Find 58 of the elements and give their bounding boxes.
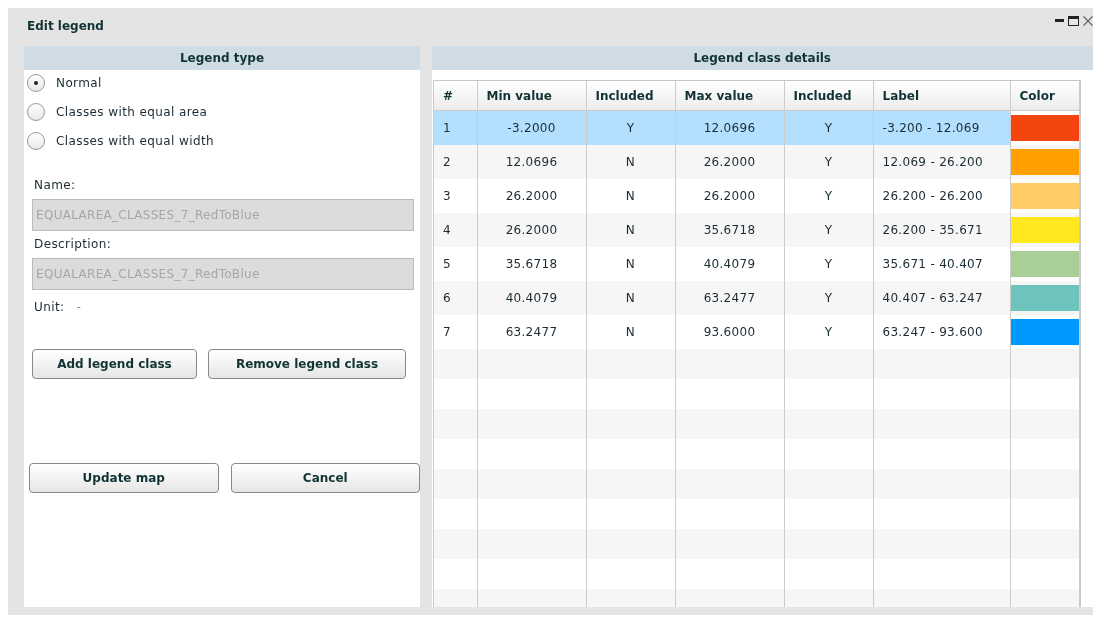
table-cell: N <box>586 281 675 315</box>
column-header[interactable]: # <box>434 81 477 111</box>
color-swatch[interactable] <box>1010 319 1079 345</box>
panel-header: Legend type <box>24 46 420 70</box>
table-cell: 4 <box>434 213 477 247</box>
table-cell: 63.2477 <box>675 281 784 315</box>
radio-button[interactable] <box>27 74 45 92</box>
table-cell: Y <box>784 213 873 247</box>
field-label: Description: <box>34 237 113 251</box>
table-cell: N <box>586 145 675 179</box>
field-label: Name: <box>34 178 77 192</box>
table-cell: 12.0696 <box>675 110 784 145</box>
color-swatch[interactable] <box>1010 183 1079 209</box>
table-cell: 2 <box>434 145 477 179</box>
table-cell: 6 <box>434 281 477 315</box>
dialog-button[interactable]: Update map <box>29 463 219 493</box>
table-cell: 12.069 - 26.200 <box>873 145 1010 179</box>
color-swatch[interactable] <box>1010 115 1079 141</box>
column-header[interactable]: Color <box>1010 81 1079 111</box>
column-header[interactable]: Min value <box>477 81 586 111</box>
column-header[interactable]: Label <box>873 81 1010 111</box>
table-cell: 26.2000 <box>675 145 784 179</box>
table-cell: Y <box>586 110 675 145</box>
color-swatch[interactable] <box>1010 149 1079 175</box>
color-swatch[interactable] <box>1010 285 1079 311</box>
panel-header: Legend class details <box>432 46 1093 70</box>
column-header[interactable]: Included <box>784 81 873 111</box>
table-cell: 12.0696 <box>477 145 586 179</box>
close-icon[interactable] <box>1083 16 1093 26</box>
table-cell: 26.200 - 35.671 <box>873 213 1010 247</box>
radio-button[interactable] <box>27 103 45 121</box>
table-cell: 40.4079 <box>477 281 586 315</box>
color-swatch[interactable] <box>1010 217 1079 243</box>
dialog-button[interactable]: Cancel <box>230 463 420 493</box>
maximize-icon[interactable] <box>1068 16 1079 26</box>
unit-value: - <box>76 300 82 314</box>
table-cell: Y <box>784 281 873 315</box>
radio-label[interactable]: Classes with equal width <box>56 134 215 148</box>
table-cell: -3.200 - 12.069 <box>873 110 1010 145</box>
table-cell: 1 <box>434 110 477 145</box>
radio-label[interactable]: Classes with equal area <box>56 105 208 119</box>
column-header[interactable]: Max value <box>675 81 784 111</box>
table-cell: Y <box>784 110 873 145</box>
column-header[interactable]: Included <box>586 81 675 111</box>
legend-class-button[interactable]: Remove legend class <box>208 349 406 379</box>
legend-class-button[interactable]: Add legend class <box>32 349 197 379</box>
field-label: Unit: <box>34 300 65 314</box>
table-cell: -3.2000 <box>477 110 586 145</box>
radio-label[interactable]: Normal <box>56 76 102 90</box>
table-cell: N <box>586 213 675 247</box>
table-cell: Y <box>784 145 873 179</box>
table-cell: 35.6718 <box>675 213 784 247</box>
minimize-icon[interactable] <box>1055 19 1064 23</box>
color-swatch[interactable] <box>1010 251 1079 277</box>
table-cell: 26.2000 <box>477 213 586 247</box>
radio-button[interactable] <box>27 132 45 150</box>
window-title: Edit legend <box>27 18 104 33</box>
table-cell: 40.407 - 63.247 <box>873 281 1010 315</box>
